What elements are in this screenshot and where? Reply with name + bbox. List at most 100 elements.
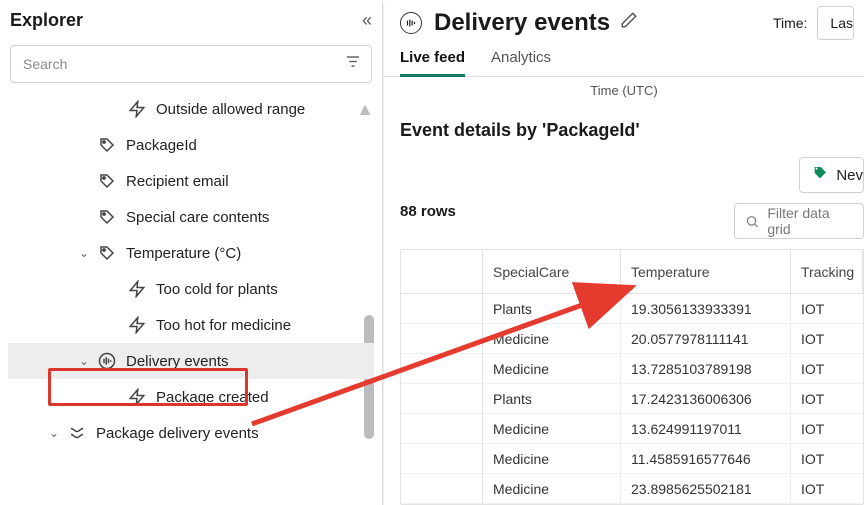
- chevron-down-icon[interactable]: ⌄: [46, 426, 62, 440]
- cell-tracking: IOT: [791, 324, 863, 353]
- tree-item-outside-allowed-range[interactable]: Outside allowed range: [8, 91, 374, 127]
- tag-icon: [98, 208, 116, 226]
- new-button[interactable]: Nev: [799, 157, 864, 193]
- grid-header-specialcare[interactable]: SpecialCare: [483, 250, 621, 293]
- content: Event details by 'PackageId' Nev 88 rows…: [384, 108, 864, 505]
- tree-item-too-hot-for-medicine[interactable]: Too hot for medicine: [8, 307, 374, 343]
- tree-item-special-care-contents[interactable]: Special care contents: [8, 199, 374, 235]
- tag-icon: [812, 165, 828, 185]
- tree-item-recipient-email[interactable]: Recipient email: [8, 163, 374, 199]
- cell-specialcare: Medicine: [483, 354, 621, 383]
- cell-tracking: IOT: [791, 294, 863, 323]
- tree-item-label: Package created: [156, 389, 269, 406]
- cell-blank: [401, 474, 483, 503]
- tree-item-label: Recipient email: [126, 173, 229, 190]
- stream-icon: [98, 352, 116, 370]
- cell-tracking: IOT: [791, 354, 863, 383]
- collapse-sidebar-button[interactable]: «: [362, 10, 372, 31]
- cell-tracking: IOT: [791, 474, 863, 503]
- app-root: Explorer « ▲ Outside allowed rangePackag…: [0, 0, 864, 505]
- count-filter-row: 88 rows Filter data grid: [400, 203, 864, 239]
- time-selector: Time: Las: [773, 6, 854, 40]
- cell-tracking: IOT: [791, 384, 863, 413]
- table-row[interactable]: Medicine13.7285103789198IOT: [401, 354, 863, 384]
- tree-item-label: Outside allowed range: [156, 101, 305, 118]
- cell-specialcare: Medicine: [483, 414, 621, 443]
- tab-live-feed[interactable]: Live feed: [400, 41, 465, 76]
- tabs: Live feed Analytics: [384, 41, 864, 77]
- cell-specialcare: Plants: [483, 384, 621, 413]
- data-grid: SpecialCare Temperature Tracking Plants1…: [400, 249, 864, 505]
- sidebar-title: Explorer: [10, 10, 83, 31]
- table-row[interactable]: Medicine11.4585916577646IOT: [401, 444, 863, 474]
- cell-tracking: IOT: [791, 414, 863, 443]
- bolt-icon: [128, 280, 146, 298]
- stream-icon: [400, 12, 422, 34]
- tree-item-label: Too hot for medicine: [156, 317, 291, 334]
- cell-specialcare: Medicine: [483, 474, 621, 503]
- cell-blank: [401, 384, 483, 413]
- cell-temperature: 11.4585916577646: [621, 444, 791, 473]
- table-row[interactable]: Plants19.3056133933391IOT: [401, 294, 863, 324]
- tag-icon: [98, 244, 116, 262]
- flow-icon: [68, 424, 86, 442]
- time-utc-label: Time (UTC): [384, 77, 864, 108]
- explorer-sidebar: Explorer « ▲ Outside allowed rangePackag…: [0, 0, 383, 505]
- cell-blank: [401, 414, 483, 443]
- search-input[interactable]: [10, 45, 372, 83]
- toolbar-row: Nev: [400, 157, 864, 193]
- tree-item-delivery-events[interactable]: ⌄ Delivery events: [8, 343, 374, 379]
- cell-specialcare: Plants: [483, 294, 621, 323]
- grid-header-temperature[interactable]: Temperature: [621, 250, 791, 293]
- chevron-down-icon[interactable]: ⌄: [76, 246, 92, 260]
- row-count: 88 rows: [400, 203, 456, 239]
- cell-temperature: 17.2423136006306: [621, 384, 791, 413]
- grid-header: SpecialCare Temperature Tracking: [401, 250, 863, 294]
- tree-item-package-delivery-events[interactable]: ⌄ Package delivery events: [8, 415, 374, 451]
- bolt-icon: [128, 388, 146, 406]
- sidebar-header: Explorer «: [8, 10, 374, 45]
- tree-item-label: Special care contents: [126, 209, 269, 226]
- filter-data-grid[interactable]: Filter data grid: [734, 203, 864, 239]
- tag-icon: [98, 172, 116, 190]
- search-icon: [745, 214, 759, 229]
- grid-header-tracking[interactable]: Tracking: [791, 250, 863, 293]
- table-row[interactable]: Medicine13.624991197011IOT: [401, 414, 863, 444]
- cell-temperature: 13.624991197011: [621, 414, 791, 443]
- tree-item-too-cold-for-plants[interactable]: Too cold for plants: [8, 271, 374, 307]
- bolt-icon: [128, 100, 146, 118]
- cell-temperature: 19.3056133933391: [621, 294, 791, 323]
- page-title: Delivery events: [434, 9, 610, 37]
- table-row[interactable]: Medicine23.8985625502181IOT: [401, 474, 863, 504]
- chevron-down-icon[interactable]: ⌄: [76, 354, 92, 368]
- tree-item-temperature-c-[interactable]: ⌄ Temperature (°C): [8, 235, 374, 271]
- cell-blank: [401, 444, 483, 473]
- grid-header-blank: [401, 250, 483, 293]
- tree-item-label: Temperature (°C): [126, 245, 241, 262]
- section-title: Event details by 'PackageId': [400, 120, 864, 141]
- time-range-button[interactable]: Las: [817, 6, 854, 40]
- cell-temperature: 13.7285103789198: [621, 354, 791, 383]
- tag-icon: [98, 136, 116, 154]
- cell-blank: [401, 324, 483, 353]
- edit-icon[interactable]: [620, 11, 638, 34]
- cell-temperature: 20.0577978111141: [621, 324, 791, 353]
- cell-temperature: 23.8985625502181: [621, 474, 791, 503]
- bolt-icon: [128, 316, 146, 334]
- table-row[interactable]: Plants17.2423136006306IOT: [401, 384, 863, 414]
- tab-analytics[interactable]: Analytics: [491, 41, 551, 76]
- cell-blank: [401, 354, 483, 383]
- cell-blank: [401, 294, 483, 323]
- cell-specialcare: Medicine: [483, 324, 621, 353]
- table-row[interactable]: Medicine20.0577978111141IOT: [401, 324, 863, 354]
- tree-item-label: PackageId: [126, 137, 197, 154]
- search-wrap: [8, 45, 374, 83]
- tree-item-label: Package delivery events: [96, 425, 259, 442]
- tree-item-label: Delivery events: [126, 353, 229, 370]
- time-label: Time:: [773, 15, 807, 31]
- tree: ▲ Outside allowed rangePackageIdRecipien…: [8, 91, 374, 505]
- cell-tracking: IOT: [791, 444, 863, 473]
- tree-item-packageid[interactable]: PackageId: [8, 127, 374, 163]
- tree-item-package-created[interactable]: Package created: [8, 379, 374, 415]
- filter-icon[interactable]: [344, 53, 362, 76]
